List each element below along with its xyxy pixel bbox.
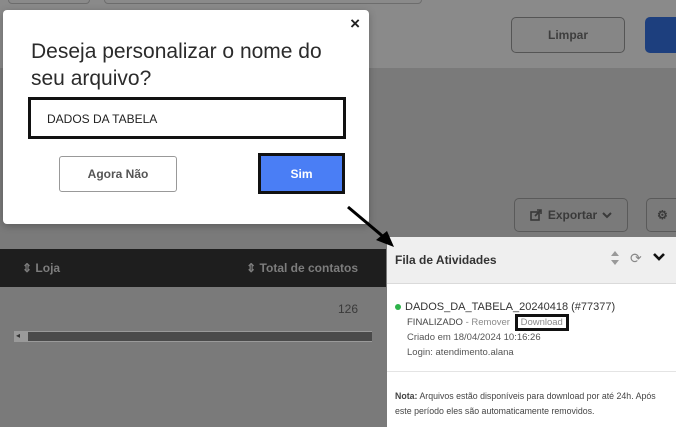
column-header-total[interactable]: ⇕ Total de contatos (246, 261, 358, 275)
column-label-total: Total de contatos (259, 261, 358, 275)
not-now-button[interactable]: Agora Não (59, 156, 177, 192)
column-header-loja[interactable]: ⇕ Loja (22, 261, 60, 275)
top-field-stub[interactable] (8, 0, 90, 4)
rename-file-modal: × Deseja personalizar o nome do seu arqu… (3, 10, 369, 224)
status-dot (395, 304, 401, 311)
column-label-loja: Loja (35, 261, 61, 275)
activity-panel-header: Fila de Atividades ⟳ (387, 237, 676, 284)
download-link[interactable]: Download (514, 314, 569, 331)
chevron-down-icon (602, 211, 612, 218)
divider (387, 371, 676, 372)
annotation-arrow (347, 205, 394, 247)
activity-login: Login: atendimento.alana (407, 347, 514, 358)
table-row: 126 (0, 288, 386, 332)
sort-icon: ⇕ (22, 261, 33, 275)
primary-button-partial[interactable] (645, 17, 676, 53)
activity-panel: Fila de Atividades ⟳ DADOS_DA_TABELA_202… (387, 237, 676, 427)
confirm-button[interactable]: Sim (258, 153, 345, 194)
total-contacts-cell: 126 (337, 302, 358, 316)
table-header: ⇕ Loja ⇕ Total de contatos (0, 249, 386, 287)
export-icon (530, 209, 542, 221)
horizontal-scrollbar[interactable]: ◂ (14, 331, 372, 342)
activity-item: DADOS_DA_TABELA_20240418 (#77377) FINALI… (395, 300, 615, 360)
note-label: Nota: (395, 391, 418, 401)
sort-icon: ⇕ (246, 261, 257, 275)
settings-button-partial[interactable]: ⚙ (646, 198, 676, 232)
sort-icon[interactable] (610, 249, 620, 267)
clear-button[interactable]: Limpar (511, 17, 625, 53)
refresh-icon[interactable]: ⟳ (630, 250, 642, 267)
remove-link[interactable]: Remover (471, 317, 510, 328)
scrollbar-thumb[interactable] (28, 332, 372, 341)
note-text: Arquivos estão disponíveis para download… (395, 391, 656, 416)
top-search-stub[interactable] (104, 0, 422, 4)
activity-created: Criado em 18/04/2024 10:16:26 (407, 332, 541, 343)
export-button[interactable]: Exportar (514, 198, 628, 232)
close-icon[interactable]: × (350, 14, 360, 34)
activity-note: Nota: Arquivos estão disponíveis para do… (395, 389, 670, 419)
activity-panel-title: Fila de Atividades (395, 253, 497, 267)
filename-input[interactable]: DADOS DA TABELA (28, 97, 346, 139)
scroll-left-arrow-icon[interactable]: ◂ (16, 331, 20, 340)
gear-icon: ⚙ (657, 208, 668, 222)
activity-status: FINALIZADO (407, 317, 463, 328)
chevron-down-icon[interactable] (653, 252, 665, 262)
activity-filename: DADOS_DA_TABELA_20240418 (#77377) (405, 301, 616, 313)
export-label: Exportar (547, 208, 598, 222)
modal-title: Deseja personalizar o nome do seu arquiv… (31, 40, 322, 90)
